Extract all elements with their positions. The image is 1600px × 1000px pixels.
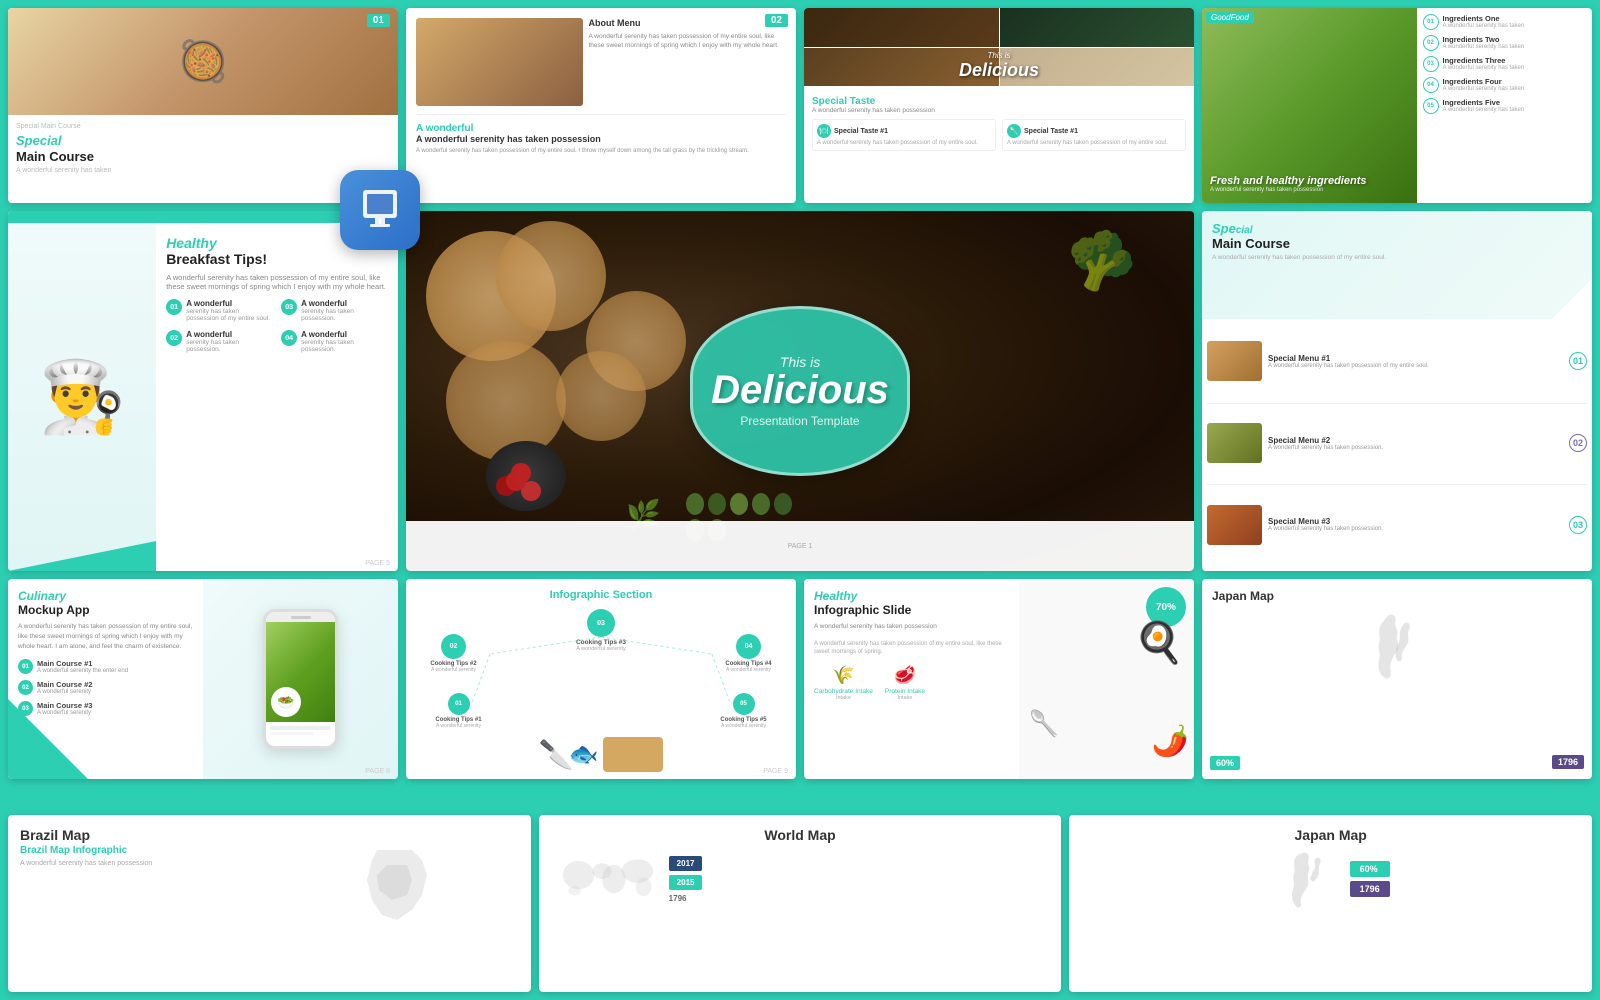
slide-healthy-breakfast[interactable]: 👨‍🍳 Healthy Breakfast Tips! A wonderful …	[8, 211, 398, 571]
card7-title1: Special	[1212, 221, 1582, 236]
ingredient-item: 05 Ingredients Five A wonderful serenity…	[1423, 98, 1587, 114]
fresh-subtitle: A wonderful serenity has taken possessio…	[1210, 187, 1366, 193]
culinary-title1: Culinary	[18, 589, 193, 603]
veggie-icon: 🌶️	[1152, 724, 1189, 759]
slide-badge: 01	[367, 14, 390, 27]
world-year2: 2015	[669, 875, 703, 890]
pan-icon: 🍳	[1134, 619, 1184, 666]
menu-item-2-title: Special Menu #2	[1268, 436, 1563, 445]
brazil-svg	[357, 845, 437, 925]
world-map-title: World Map	[551, 827, 1050, 843]
slide-infographic[interactable]: Infographic Section 03 Cooking Tips #3 A…	[406, 579, 796, 779]
slide-fresh-ingredients[interactable]: GoodFood Fresh and healthy ingredients A…	[1202, 8, 1592, 203]
japan-num-bottom: 1796	[1350, 881, 1390, 897]
taste-num1: Special Taste #1	[834, 128, 888, 135]
japan-num: 1796	[1552, 755, 1584, 769]
menu-num-3: 03	[1569, 516, 1587, 534]
slide-culinary-mockup[interactable]: Culinary Mockup App A wonderful serenity…	[8, 579, 398, 779]
world-map-svg	[551, 849, 661, 909]
world-year1: 2017	[669, 856, 703, 871]
menu-num-2: 02	[1569, 434, 1587, 452]
slide-japan-map[interactable]: Japan Map 60% 1796	[1202, 579, 1592, 779]
menu-item-3-title: Special Menu #3	[1268, 517, 1563, 526]
about-teal-text: A wonderful	[416, 123, 786, 134]
brazil-map-title: Brazil Map	[20, 827, 519, 843]
page-num-8: PAGE 8	[365, 768, 390, 775]
japan-percent: 60%	[1210, 756, 1240, 770]
special-taste-title: Special Taste	[812, 96, 1186, 107]
ingredient-item: 03 Ingredients Three A wonderful serenit…	[1423, 56, 1587, 72]
this-is-label: This is	[959, 51, 1039, 60]
slide-special-menu-right[interactable]: Special Main Course A wonderful serenity…	[1202, 211, 1592, 571]
spoon-icon: 🥄	[1029, 710, 1060, 739]
slide-main-delicious[interactable]: 🌿 🥦 This is Delicious Presentatio	[406, 211, 1194, 571]
brazil-body: A wonderful serenity has taken possessio…	[20, 859, 264, 869]
slide-tag: Special Main Course	[16, 123, 390, 130]
infographic-title: Infographic Section	[416, 589, 786, 601]
slide-special-taste-top[interactable]: This is Delicious Special Taste A wonder…	[804, 8, 1194, 203]
healthy-title1: Healthy	[814, 589, 1009, 603]
about-menu-body: A wonderful serenity has taken possessio…	[589, 32, 787, 50]
ingredient-item: 04 Ingredients Four A wonderful serenity…	[1423, 77, 1587, 93]
fresh-title1: Fresh and healthy ingredients	[1210, 175, 1366, 187]
slide-about-menu-top[interactable]: 02 About Menu A wonderful serenity has t…	[406, 8, 796, 203]
japan-map-card-bottom[interactable]: Japan Map 60% 1796	[1069, 815, 1592, 992]
ingredient-item: 02 Ingredients Two A wonderful serenity …	[1423, 35, 1587, 51]
keynote-icon[interactable]	[340, 170, 420, 250]
card7-body: A wonderful serenity has taken possessio…	[1212, 254, 1582, 261]
page-num-5: PAGE 5	[365, 560, 390, 567]
japan-map-title: Japan Map	[1212, 589, 1582, 603]
menu-num-1: 01	[1569, 352, 1587, 370]
culinary-item2: Main Course #2	[37, 680, 92, 689]
japan-bottom-svg	[1272, 849, 1342, 909]
japan-map-svg	[1347, 607, 1447, 687]
keynote-svg	[355, 185, 405, 235]
taste-num2: Special Taste #1	[1024, 128, 1078, 135]
world-map-card[interactable]: World Map 2017 2015 1796	[539, 815, 1062, 992]
culinary-body: A wonderful serenity has taken possessio…	[18, 622, 193, 651]
slide-healthy-infographic[interactable]: Healthy Infographic Slide A wonderful se…	[804, 579, 1194, 779]
brazil-subtitle: Brazil Map Infographic	[20, 845, 264, 856]
ingredient-item: 01 Ingredients One A wonderful serenity …	[1423, 14, 1587, 30]
protein-label: Protein Intake	[885, 688, 925, 695]
japan-pct: 60%	[1350, 861, 1390, 877]
goodfood-label: GoodFood	[1206, 12, 1254, 23]
healthy-subtitle: A wonderful serenity has taken possessio…	[814, 622, 1009, 632]
culinary-item1: Main Course #1	[37, 659, 128, 668]
page-num-9: PAGE 9	[763, 768, 788, 775]
breakfast-body: A wonderful serenity has taken possessio…	[166, 273, 388, 291]
slide-title-2: Main Course	[16, 149, 94, 164]
breakfast-title2: Breakfast Tips!	[166, 251, 388, 267]
japan-bottom-title: Japan Map	[1081, 827, 1580, 843]
culinary-title2: Mockup App	[18, 603, 193, 617]
carb-label: Carbohydrate Intake	[814, 688, 873, 695]
delicious-label: Delicious	[959, 60, 1039, 81]
slide-title-1: Special	[16, 133, 390, 149]
slide-badge2: 02	[765, 14, 788, 27]
special-taste-body: A wonderful serenity has taken possessio…	[812, 107, 1186, 114]
chef-icon: 👨‍🍳	[39, 362, 126, 432]
main-delicious-title: Delicious	[711, 370, 889, 410]
main-page-num: PAGE 1	[788, 543, 813, 550]
brazil-map-card[interactable]: Brazil Map Brazil Map Infographic A wond…	[8, 815, 531, 992]
slide-special-main[interactable]: 🥘 01 Special Main Course Special Main Co…	[8, 8, 398, 203]
menu-item-1-title: Special Menu #1	[1268, 354, 1563, 363]
about-menu-title: About Menu	[589, 18, 787, 28]
card7-title2: Main Course	[1212, 236, 1582, 251]
healthy-title2: Infographic Slide	[814, 603, 1009, 617]
about-section2: A wonderful serenity has taken possessio…	[416, 134, 786, 144]
world-num: 1796	[669, 894, 703, 903]
slide-subtitle: A wonderful serenity has taken	[16, 167, 390, 174]
main-subtitle: Presentation Template	[740, 414, 859, 428]
